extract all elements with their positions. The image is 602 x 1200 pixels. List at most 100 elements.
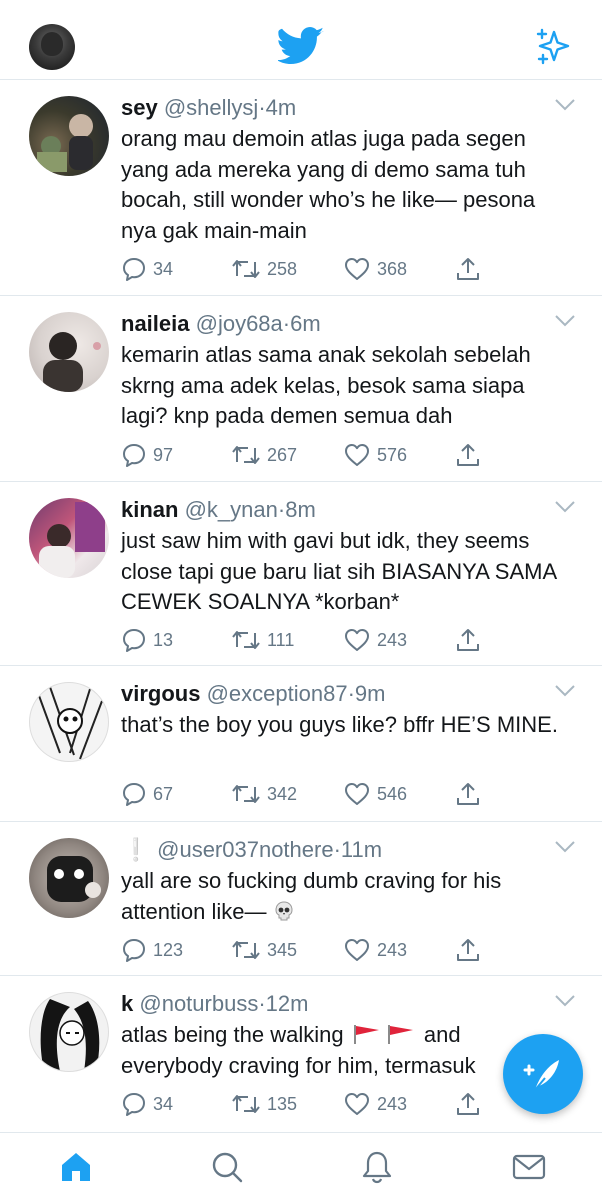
separator-dot: · xyxy=(258,991,266,1016)
handle[interactable]: @k_ynan xyxy=(185,497,278,522)
retweet-icon xyxy=(232,1095,260,1113)
retweet-count: 267 xyxy=(267,444,298,465)
chevron-down-icon[interactable] xyxy=(554,840,576,854)
handle[interactable]: @joy68a xyxy=(196,311,283,336)
share-button[interactable] xyxy=(455,440,481,470)
reply-button[interactable]: 67 xyxy=(121,779,173,809)
sparkle-icon[interactable] xyxy=(534,28,572,66)
chevron-down-icon[interactable] xyxy=(554,98,576,112)
like-count: 243 xyxy=(377,629,408,650)
tweet[interactable]: virgous @exception87·9m that’s the boy y… xyxy=(0,666,602,822)
avatar[interactable] xyxy=(29,682,109,762)
tweet[interactable]: sey @shellysj·4m orang mau demoin atlas … xyxy=(0,80,602,296)
handle[interactable]: @exception87 xyxy=(207,681,348,706)
share-icon xyxy=(457,939,479,961)
share-icon xyxy=(457,783,479,805)
handle[interactable]: @noturbuss xyxy=(139,991,258,1016)
retweet-button[interactable]: 258 xyxy=(231,254,297,284)
handle[interactable]: @user037nothere xyxy=(157,837,333,862)
timestamp[interactable]: 12m xyxy=(266,991,309,1016)
display-name[interactable]: kinan xyxy=(121,497,178,522)
bottom-tab-bar xyxy=(0,1132,602,1200)
chevron-down-icon[interactable] xyxy=(554,314,576,328)
search-icon[interactable] xyxy=(209,1149,245,1185)
reply-button[interactable]: 13 xyxy=(121,625,173,655)
chevron-down-icon[interactable] xyxy=(554,684,576,698)
retweet-icon xyxy=(232,941,260,959)
avatar[interactable] xyxy=(29,838,109,918)
tweet[interactable]: ❕ @user037nothere·11m yall are so fuckin… xyxy=(0,822,602,976)
tweet[interactable]: kinan @k_ynan·8m just saw him with gavi … xyxy=(0,482,602,666)
like-button[interactable]: 576 xyxy=(343,440,407,470)
like-button[interactable]: 243 xyxy=(343,935,407,965)
avatar[interactable] xyxy=(29,498,109,578)
retweet-icon xyxy=(232,260,260,278)
tweet-text: just saw him with gavi but idk, they see… xyxy=(121,528,556,614)
reply-icon xyxy=(123,939,145,962)
handle[interactable]: @shellysj xyxy=(164,95,258,120)
retweet-icon xyxy=(232,785,260,803)
retweet-count: 345 xyxy=(267,939,298,960)
share-button[interactable] xyxy=(455,625,481,655)
reply-icon xyxy=(123,258,145,281)
retweet-button[interactable]: 342 xyxy=(231,779,297,809)
share-button[interactable] xyxy=(455,935,481,965)
notifications-icon[interactable] xyxy=(359,1149,395,1185)
top-bar xyxy=(0,0,602,80)
like-button[interactable]: 368 xyxy=(343,254,407,284)
like-button[interactable]: 546 xyxy=(343,779,407,809)
retweet-button[interactable]: 345 xyxy=(231,935,297,965)
retweet-count: 258 xyxy=(267,258,298,279)
tweet-text: that’s the boy you guys like? bffr HE’S … xyxy=(121,712,558,737)
display-name[interactable]: virgous xyxy=(121,681,200,706)
share-button[interactable] xyxy=(455,1089,481,1119)
like-count: 368 xyxy=(377,258,408,279)
compose-tweet-button[interactable] xyxy=(503,1034,583,1114)
reply-count: 123 xyxy=(153,939,184,960)
retweet-count: 111 xyxy=(267,629,295,650)
display-name[interactable]: naileia xyxy=(121,311,189,336)
like-button[interactable]: 243 xyxy=(343,1089,407,1119)
chevron-down-icon[interactable] xyxy=(554,994,576,1008)
retweet-count: 135 xyxy=(267,1093,298,1114)
timestamp[interactable]: 6m xyxy=(290,311,321,336)
tweet-text: orang mau demoin atlas juga pada segen y… xyxy=(121,126,536,243)
tweet-text: yall are so fucking dumb craving for his… xyxy=(121,868,502,924)
reply-button[interactable]: 97 xyxy=(121,440,173,470)
messages-icon[interactable] xyxy=(511,1149,547,1185)
separator-dot: · xyxy=(333,837,341,862)
display-name[interactable]: ❕ xyxy=(121,836,151,864)
timestamp[interactable]: 11m xyxy=(341,837,382,862)
share-button[interactable] xyxy=(455,254,481,284)
timestamp[interactable]: 9m xyxy=(355,681,386,706)
reply-count: 34 xyxy=(153,1093,174,1114)
heart-icon xyxy=(345,939,369,961)
separator-dot: · xyxy=(282,311,291,336)
reply-button[interactable]: 34 xyxy=(121,1089,173,1119)
retweet-button[interactable]: 267 xyxy=(231,440,297,470)
retweet-button[interactable]: 135 xyxy=(231,1089,297,1119)
reply-button[interactable]: 123 xyxy=(121,935,183,965)
avatar[interactable] xyxy=(29,96,109,176)
timeline-feed[interactable]: sey @shellysj · 4m orang mau demoin atlas … xyxy=(0,80,602,1138)
skull-emoji-icon xyxy=(275,900,293,920)
twitter-bird-icon[interactable] xyxy=(278,26,324,66)
timestamp[interactable]: 4m xyxy=(266,95,297,120)
red-flag-emoji-icon xyxy=(353,1025,379,1044)
profile-avatar[interactable] xyxy=(29,24,75,70)
share-button[interactable] xyxy=(455,779,481,809)
home-icon[interactable] xyxy=(58,1149,94,1185)
retweet-button[interactable]: 111 xyxy=(231,625,294,655)
display-name[interactable]: sey xyxy=(121,95,158,120)
reply-count: 13 xyxy=(153,629,174,650)
display-name[interactable]: k xyxy=(121,991,133,1016)
avatar[interactable] xyxy=(29,992,109,1072)
timestamp[interactable]: 8m xyxy=(285,497,316,522)
avatar[interactable] xyxy=(29,312,109,392)
chevron-down-icon[interactable] xyxy=(554,500,576,514)
tweet[interactable]: naileia @joy68a·6m kemarin atlas sama an… xyxy=(0,296,602,482)
reply-button[interactable]: 34 xyxy=(121,254,173,284)
reply-icon xyxy=(123,629,145,652)
compose-feather-icon xyxy=(523,1060,559,1091)
like-button[interactable]: 243 xyxy=(343,625,407,655)
